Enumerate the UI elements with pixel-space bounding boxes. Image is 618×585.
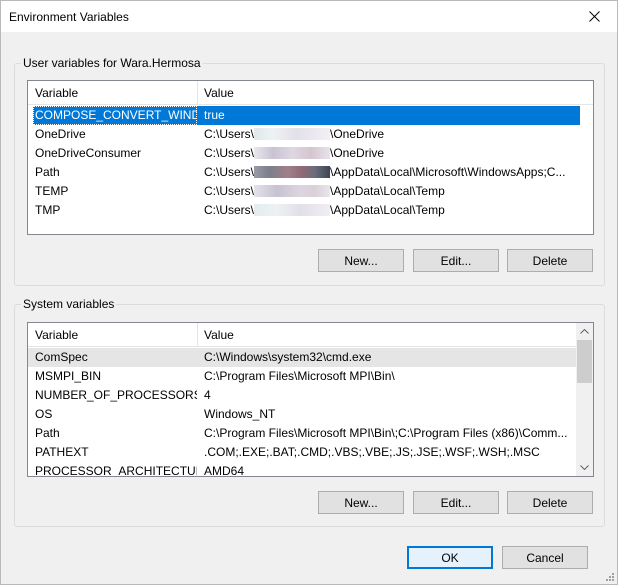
variable-name: Path — [35, 426, 60, 440]
redacted-username — [254, 147, 331, 159]
value-prefix: C:\Users\ — [204, 165, 255, 179]
variable-name: OneDriveConsumer — [35, 146, 142, 160]
variable-value: 4 — [204, 388, 211, 402]
user-edit-button[interactable]: Edit... — [413, 249, 499, 272]
value-suffix: \AppData\Local\Microsoft\WindowsApps;C..… — [330, 165, 566, 179]
user-list-header: Variable Value — [28, 81, 593, 105]
variable-name: OneDrive — [35, 127, 86, 141]
variable-name: Path — [35, 165, 60, 179]
variable-name: ComSpec — [35, 350, 88, 364]
value-suffix: \AppData\Local\Temp — [330, 184, 445, 198]
variable-name: COMPOSE_CONVERT_WIND... — [33, 106, 197, 125]
value-prefix: C:\Users\ — [204, 127, 255, 141]
table-row[interactable]: MSMPI_BIN C:\Program Files\Microsoft MPI… — [28, 367, 577, 386]
variable-value: C:\Users\ \OneDrive — [198, 125, 578, 144]
redacted-username — [254, 128, 331, 140]
resize-grip-icon[interactable] — [605, 572, 615, 582]
redacted-username — [254, 185, 331, 197]
table-row[interactable]: OneDriveConsumer C:\Users\ \OneDrive — [33, 144, 580, 163]
scroll-down-arrow-icon[interactable] — [576, 459, 593, 476]
table-row[interactable]: COMPOSE_CONVERT_WIND... true — [33, 106, 580, 125]
table-row[interactable]: Path C:\Program Files\Microsoft MPI\Bin\… — [28, 424, 577, 443]
table-row[interactable]: PATHEXT .COM;.EXE;.BAT;.CMD;.VBS;.VBE;.J… — [28, 443, 577, 462]
user-delete-button[interactable]: Delete — [507, 249, 593, 272]
variable-value: C:\Users\ \AppData\Local\Temp — [198, 201, 578, 220]
window-title: Environment Variables — [9, 10, 129, 24]
scroll-thumb[interactable] — [577, 340, 592, 383]
table-row[interactable]: TEMP C:\Users\ \AppData\Local\Temp — [33, 182, 580, 201]
variable-name: TMP — [35, 203, 61, 217]
variable-value: AMD64 — [204, 464, 245, 477]
redacted-username — [254, 204, 331, 216]
table-row[interactable]: OneDrive C:\Users\ \OneDrive — [33, 125, 580, 144]
close-button[interactable] — [571, 1, 617, 32]
value-prefix: C:\Users\ — [204, 184, 255, 198]
ok-button[interactable]: OK — [407, 546, 493, 569]
system-list-header: Variable Value — [28, 323, 577, 347]
variable-value: C:\Users\ \AppData\Local\Microsoft\Window… — [198, 163, 578, 182]
table-row[interactable]: NUMBER_OF_PROCESSORS 4 — [28, 386, 577, 405]
variable-name: PROCESSOR_ARCHITECTURE — [35, 464, 197, 477]
user-new-button[interactable]: New... — [318, 249, 404, 272]
column-header-variable[interactable]: Variable — [29, 81, 197, 105]
variable-value: true — [204, 108, 225, 122]
value-suffix: \OneDrive — [330, 146, 385, 160]
table-row[interactable]: Path C:\Users\ \AppData\Local\Microsoft\W… — [33, 163, 580, 182]
user-variables-label: User variables for Wara.Hermosa — [21, 56, 203, 70]
system-edit-button[interactable]: Edit... — [413, 491, 499, 514]
variable-name: MSMPI_BIN — [35, 369, 102, 383]
redacted-username — [254, 166, 331, 178]
variable-name: TEMP — [35, 184, 69, 198]
close-icon — [588, 11, 600, 22]
variable-value: C:\Windows\system32\cmd.exe — [204, 350, 372, 364]
column-header-variable[interactable]: Variable — [29, 323, 197, 347]
variable-name: PATHEXT — [35, 445, 89, 459]
value-suffix: \OneDrive — [330, 127, 385, 141]
variable-value: C:\Users\ \OneDrive — [198, 144, 578, 163]
value-prefix: C:\Users\ — [204, 203, 255, 217]
system-delete-button[interactable]: Delete — [507, 491, 593, 514]
variable-value: C:\Users\ \AppData\Local\Temp — [198, 182, 578, 201]
column-header-value[interactable]: Value — [198, 81, 593, 105]
table-row[interactable]: OS Windows_NT — [28, 405, 577, 424]
variable-value: C:\Program Files\Microsoft MPI\Bin\ — [204, 369, 395, 383]
environment-variables-dialog: Environment Variables User variables for… — [0, 0, 618, 585]
system-variables-list[interactable]: Variable Value ComSpec C:\Windows\system… — [27, 322, 594, 477]
variable-name: NUMBER_OF_PROCESSORS — [35, 388, 197, 402]
scroll-up-arrow-icon[interactable] — [576, 323, 593, 340]
vertical-scrollbar[interactable] — [576, 323, 593, 476]
table-row[interactable]: PROCESSOR_ARCHITECTURE AMD64 — [28, 462, 577, 477]
column-header-value[interactable]: Value — [198, 323, 576, 347]
variable-name: OS — [35, 407, 53, 421]
variable-value: C:\Program Files\Microsoft MPI\Bin\;C:\P… — [204, 426, 568, 440]
cancel-button[interactable]: Cancel — [502, 546, 588, 569]
variable-value: Windows_NT — [204, 407, 276, 421]
system-variables-label: System variables — [21, 297, 117, 311]
table-row[interactable]: TMP C:\Users\ \AppData\Local\Temp — [33, 201, 580, 220]
title-bar: Environment Variables — [1, 1, 617, 32]
user-variables-list[interactable]: Variable Value COMPOSE_CONVERT_WIND... t… — [27, 80, 594, 235]
table-row[interactable]: ComSpec C:\Windows\system32\cmd.exe — [28, 348, 577, 367]
value-prefix: C:\Users\ — [204, 146, 255, 160]
value-suffix: \AppData\Local\Temp — [330, 203, 445, 217]
system-new-button[interactable]: New... — [318, 491, 404, 514]
variable-value: .COM;.EXE;.BAT;.CMD;.VBS;.VBE;.JS;.JSE;.… — [204, 445, 540, 459]
